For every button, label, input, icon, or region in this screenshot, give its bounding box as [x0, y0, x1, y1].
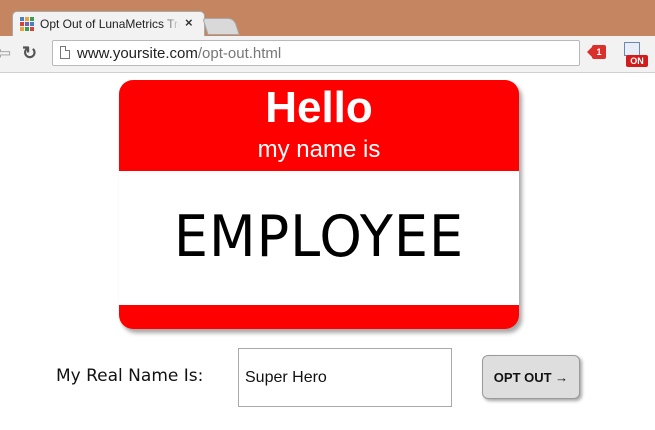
opt-out-button[interactable]: OPT OUT →	[482, 355, 580, 399]
close-icon[interactable]: ×	[185, 15, 193, 30]
reload-icon[interactable]: ↻	[22, 43, 37, 63]
extension-tag-icon[interactable]: 1	[587, 45, 608, 59]
url-text[interactable]: www.yoursite.com/opt-out.html	[77, 45, 281, 62]
new-tab-button[interactable]	[202, 18, 240, 35]
nametag-name-area: EMPLOYEE	[119, 171, 519, 305]
tab-title: Opt Out of LunaMetrics Tracking	[40, 17, 180, 31]
url-host: www.yoursite.com	[77, 45, 198, 62]
extension-on-badge: ON	[626, 55, 648, 67]
name-tag-sticker: Hello my name is EMPLOYEE	[119, 80, 519, 329]
calendar-icon	[624, 42, 640, 56]
back-arrow-icon[interactable]: ⇦	[0, 43, 11, 63]
extension-badge: 1	[587, 45, 606, 59]
browser-title-bar: Opt Out of LunaMetrics Tracking ×	[0, 0, 655, 36]
browser-toolbar: ⇦ ↻ www.yoursite.com/opt-out.html	[0, 36, 655, 73]
real-name-label: My Real Name Is:	[56, 366, 204, 386]
url-path: /opt-out.html	[197, 45, 282, 62]
nametag-name: EMPLOYEE	[173, 203, 465, 270]
extension-calendar-icon[interactable]: ON	[622, 41, 650, 69]
nametag-hello: Hello	[265, 83, 373, 132]
nametag-subtitle: my name is	[257, 136, 381, 163]
browser-tab[interactable]: Opt Out of LunaMetrics Tracking ×	[12, 11, 205, 36]
page-icon	[60, 46, 70, 59]
real-name-input[interactable]	[238, 348, 452, 407]
favicon-icon	[20, 17, 34, 31]
address-bar[interactable]: www.yoursite.com/opt-out.html	[52, 40, 580, 66]
